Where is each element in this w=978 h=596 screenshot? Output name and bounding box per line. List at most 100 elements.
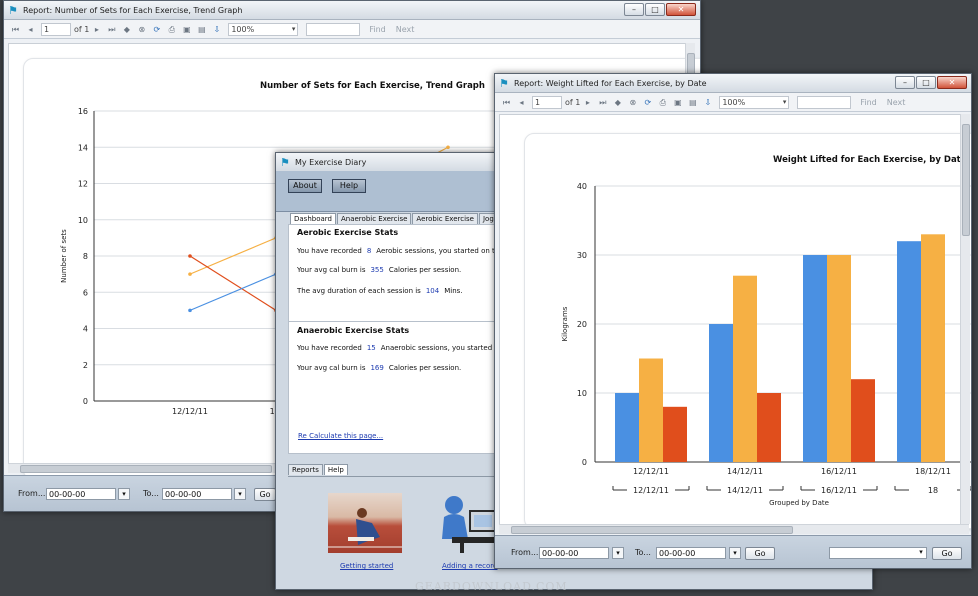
last-page-icon[interactable]: ⏭ xyxy=(106,24,117,35)
report-select-dropdown[interactable]: ▾ xyxy=(915,547,927,559)
anaerobic-stats-header: Anaerobic Exercise Stats xyxy=(297,326,410,335)
bar xyxy=(757,393,781,462)
go-button[interactable]: Go xyxy=(254,488,276,501)
stop-icon[interactable]: ⊗ xyxy=(627,97,638,108)
export-icon[interactable]: ⇩ xyxy=(702,97,713,108)
print-layout-icon[interactable]: ▣ xyxy=(181,24,192,35)
refresh-icon[interactable]: ⟳ xyxy=(642,97,653,108)
vertical-scrollbar[interactable] xyxy=(960,114,970,524)
print-icon[interactable]: ⎙ xyxy=(166,24,177,35)
report-select[interactable] xyxy=(829,547,927,559)
horizontal-scrollbar[interactable] xyxy=(499,524,969,534)
page-setup-icon[interactable]: ▤ xyxy=(196,24,207,35)
app-runner-icon: ⚑ xyxy=(499,76,509,90)
tab-anaerobic-exercise[interactable]: Anaerobic Exercise xyxy=(336,213,412,224)
export-icon[interactable]: ⇩ xyxy=(211,24,222,35)
find-input[interactable] xyxy=(306,22,361,36)
adding-record-link[interactable]: Adding a record xyxy=(442,562,497,570)
from-label: From... xyxy=(18,489,46,498)
go-button[interactable]: Go xyxy=(932,547,962,560)
find-input[interactable] xyxy=(797,95,852,109)
scroll-thumb[interactable] xyxy=(962,124,970,236)
zoom-select[interactable]: 100% xyxy=(719,95,790,109)
report-toolbar: ⏮ ◂ 1 of 1 ▸ ⏭ ◆ ⊗ ⟳ ⎙ ▣ ▤ ⇩ 100% Find N… xyxy=(495,93,971,112)
getting-started-link[interactable]: Getting started xyxy=(340,562,393,570)
page-number-input[interactable]: 1 xyxy=(532,95,562,109)
stat-label: You have recorded xyxy=(297,247,362,255)
tab-reports[interactable]: Reports xyxy=(288,464,323,475)
prev-page-icon[interactable]: ◂ xyxy=(516,97,527,108)
tab-help[interactable]: Help xyxy=(323,464,348,475)
scroll-thumb[interactable] xyxy=(20,465,272,473)
zoom-select[interactable]: 100% xyxy=(228,22,299,36)
first-page-icon[interactable]: ⏮ xyxy=(501,97,512,108)
next-link[interactable]: Next xyxy=(887,98,906,107)
from-date-input[interactable]: 00-00-00 xyxy=(46,488,116,500)
stat-label: Calories per session. xyxy=(388,266,462,274)
from-date-dropdown[interactable]: ▾ xyxy=(118,488,130,500)
next-page-icon[interactable]: ▸ xyxy=(91,24,102,35)
stop-icon[interactable]: ⊗ xyxy=(136,24,147,35)
app-runner-icon: ⚑ xyxy=(280,155,290,169)
print-icon[interactable]: ⎙ xyxy=(657,97,668,108)
title-bar[interactable]: ⚑ Report: Weight Lifted for Each Exercis… xyxy=(495,74,971,93)
getting-started-image[interactable] xyxy=(328,493,402,553)
about-button[interactable]: About xyxy=(288,179,322,193)
y-tick-label: 12 xyxy=(78,180,88,189)
help-button[interactable]: Help xyxy=(332,179,366,193)
close-button[interactable]: ✕ xyxy=(937,76,967,89)
report-viewport: Weight Lifted for Each Exercise, by Date… xyxy=(499,114,971,529)
y-tick-label: 10 xyxy=(78,216,88,225)
to-label: To... xyxy=(635,548,651,557)
stat-value: 169 xyxy=(370,364,384,372)
last-page-icon[interactable]: ⏭ xyxy=(597,97,608,108)
next-page-icon[interactable]: ▸ xyxy=(582,97,593,108)
close-button[interactable]: ✕ xyxy=(666,3,696,16)
prev-page-icon[interactable]: ◂ xyxy=(25,24,36,35)
data-point xyxy=(188,272,192,276)
y-tick-label: 16 xyxy=(78,107,88,116)
go-button[interactable]: Go xyxy=(745,547,775,560)
from-date-dropdown[interactable]: ▾ xyxy=(612,547,624,559)
group-label: 14/12/11 xyxy=(727,486,763,495)
y-tick-label: 0 xyxy=(83,397,88,406)
minimize-button[interactable]: – xyxy=(624,3,644,16)
y-axis-label: Number of sets xyxy=(60,229,68,283)
next-link[interactable]: Next xyxy=(396,25,415,34)
first-page-icon[interactable]: ⏮ xyxy=(10,24,21,35)
page-number-input[interactable]: 1 xyxy=(41,22,71,36)
y-tick-label: 10 xyxy=(577,389,587,398)
group-label: 18 xyxy=(928,486,938,495)
report-window-weight: ⚑ Report: Weight Lifted for Each Exercis… xyxy=(494,73,972,569)
page-setup-icon[interactable]: ▤ xyxy=(687,97,698,108)
tab-dashboard[interactable]: Dashboard xyxy=(290,213,336,224)
stat-label: Your avg cal burn is xyxy=(297,266,366,274)
to-date-input[interactable]: 00-00-00 xyxy=(162,488,232,500)
to-date-dropdown[interactable]: ▾ xyxy=(729,547,741,559)
refresh-icon[interactable]: ⟳ xyxy=(151,24,162,35)
minimize-button[interactable]: – xyxy=(895,76,915,89)
back-icon[interactable]: ◆ xyxy=(121,24,132,35)
from-date-input[interactable]: 00-00-00 xyxy=(539,547,609,559)
title-bar[interactable]: ⚑ Report: Number of Sets for Each Exerci… xyxy=(4,1,700,20)
maximize-button[interactable]: □ xyxy=(645,3,665,16)
print-layout-icon[interactable]: ▣ xyxy=(672,97,683,108)
find-link[interactable]: Find xyxy=(369,25,385,34)
tab-aerobic-exercise[interactable]: Aerobic Exercise xyxy=(412,213,478,224)
window-title: Report: Weight Lifted for Each Exercise,… xyxy=(514,78,707,88)
scroll-thumb[interactable] xyxy=(511,526,793,534)
to-date-input[interactable]: 00-00-00 xyxy=(656,547,726,559)
bar xyxy=(827,255,851,462)
data-point xyxy=(188,308,192,313)
aerobic-sessions-line: You have recorded 8 Aerobic sessions, you … xyxy=(297,247,504,255)
recalculate-link[interactable]: Re Calculate this page... xyxy=(298,432,383,440)
y-tick-label: 20 xyxy=(577,320,587,329)
data-point xyxy=(188,254,192,258)
maximize-button[interactable]: □ xyxy=(916,76,936,89)
data-point xyxy=(446,145,450,150)
from-label: From... xyxy=(511,548,539,557)
section-divider xyxy=(289,321,509,322)
find-link[interactable]: Find xyxy=(860,98,876,107)
back-icon[interactable]: ◆ xyxy=(612,97,623,108)
to-date-dropdown[interactable]: ▾ xyxy=(234,488,246,500)
